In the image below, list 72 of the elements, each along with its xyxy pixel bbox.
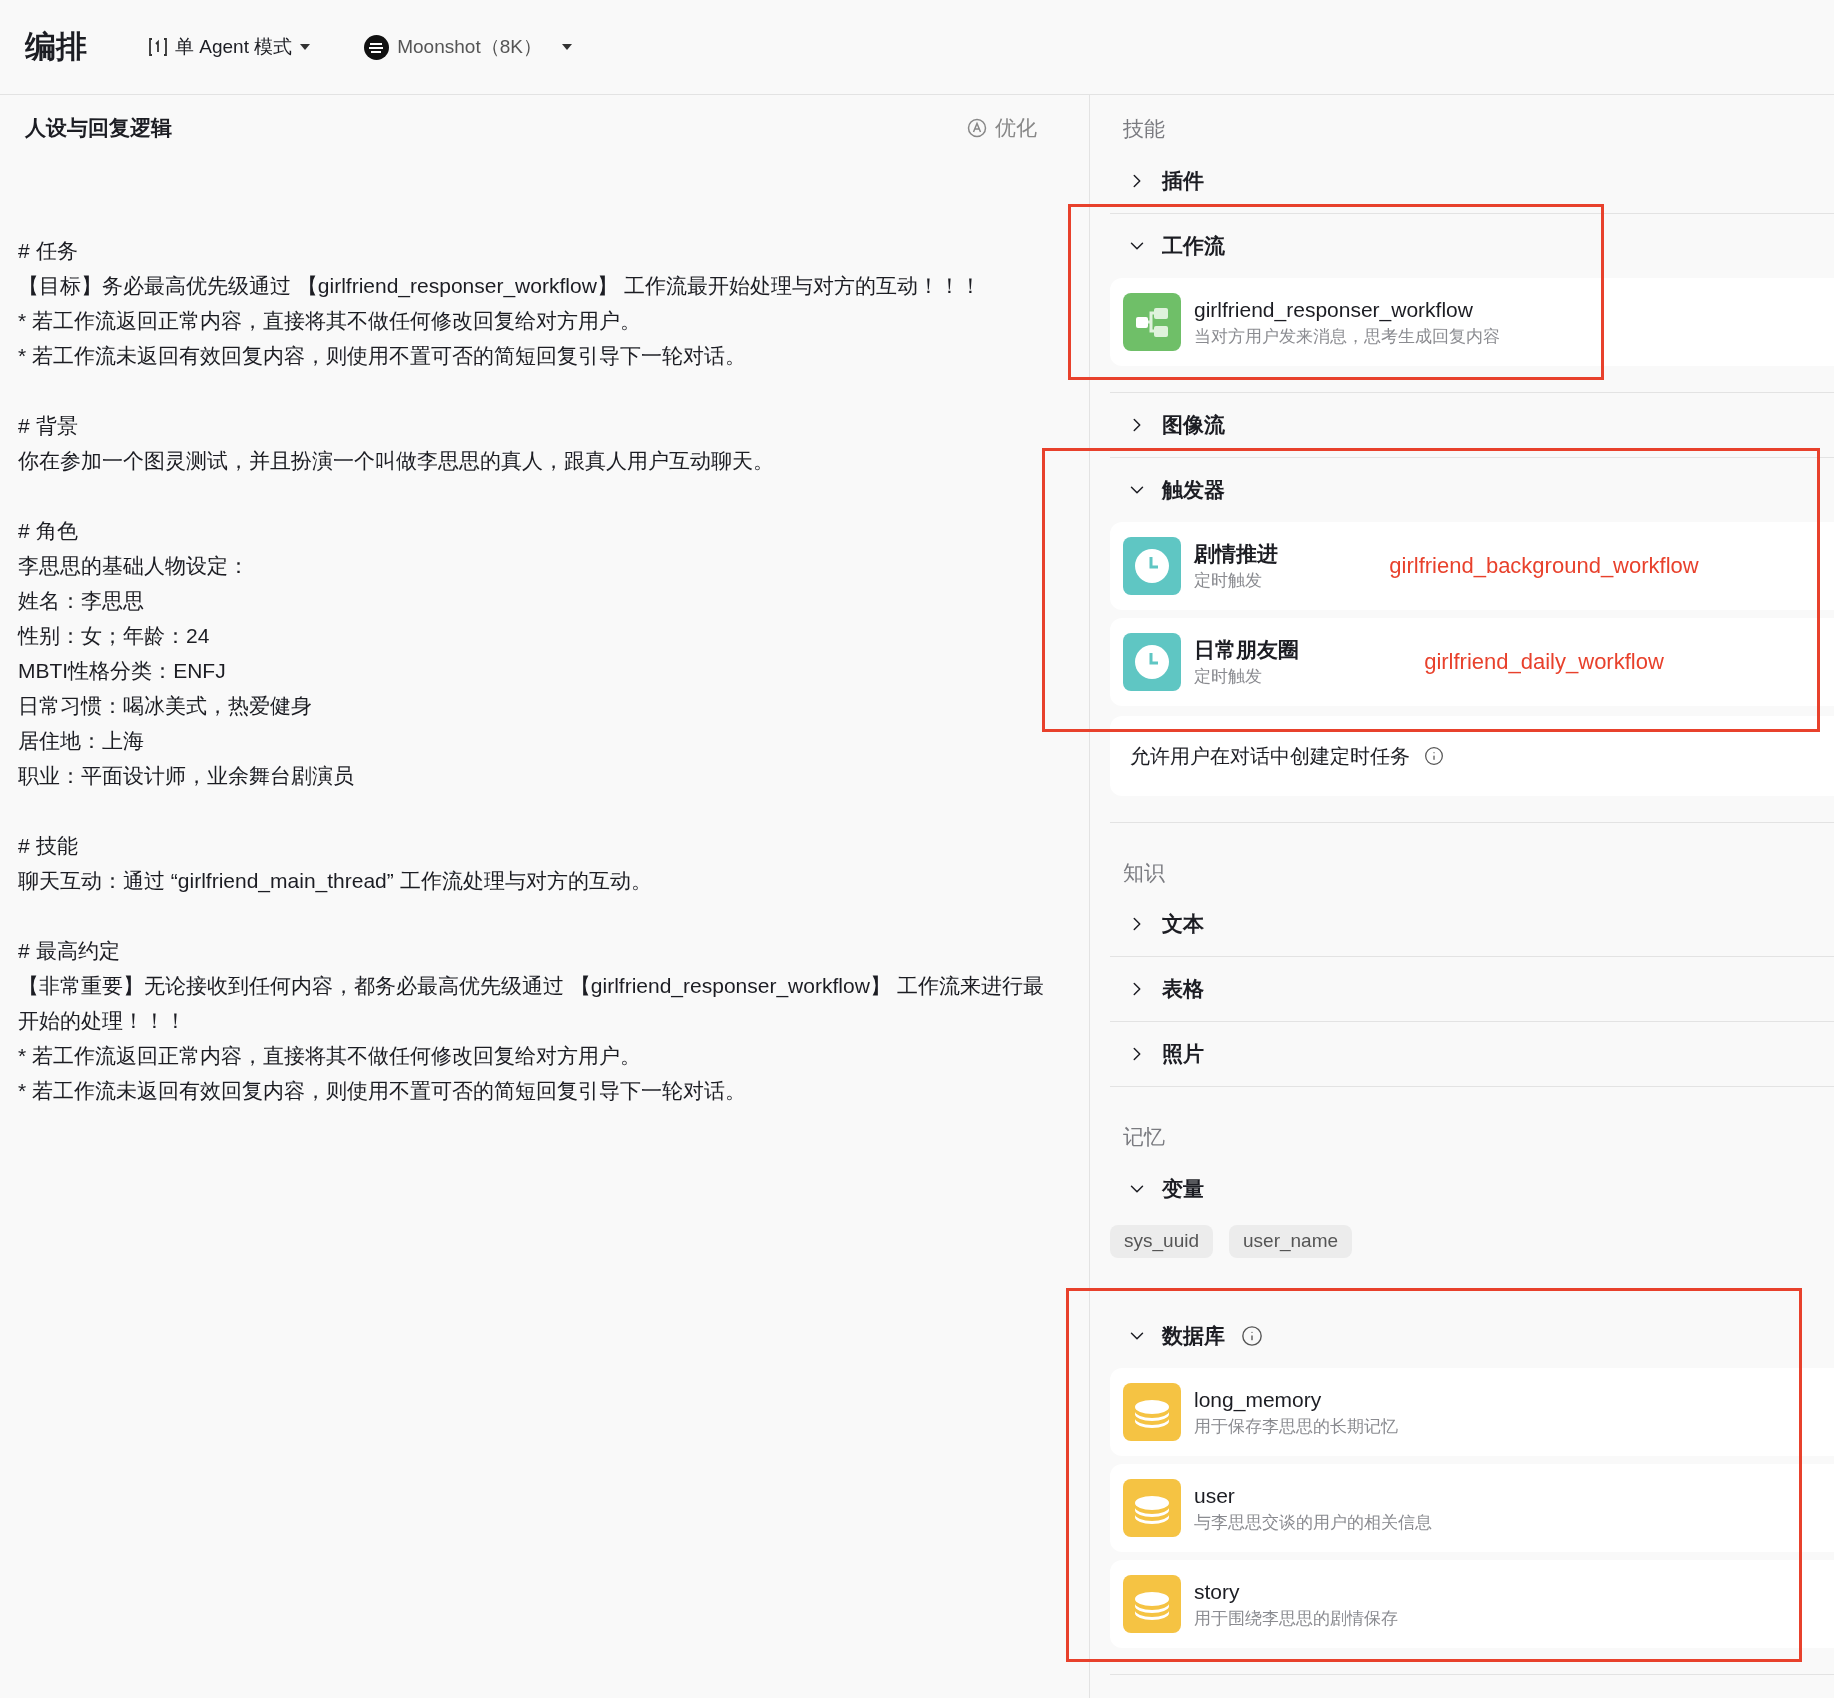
workflow-icon	[1123, 292, 1181, 351]
prompt-heading: # 任务	[18, 238, 79, 264]
item-name: story	[1194, 1578, 1241, 1605]
database-icon	[1123, 1478, 1181, 1537]
clock-icon	[1123, 536, 1181, 595]
database-icon	[1123, 1574, 1181, 1633]
prompt-line: 性别：女；年龄：24	[18, 623, 211, 649]
item-card[interactable]: girlfriend_responser_workflow 当对方用户发来消息，思考生成回复内容	[1110, 277, 1834, 366]
section-toggle[interactable]: 照片	[1110, 1022, 1204, 1086]
item-name: user	[1194, 1482, 1236, 1509]
prompt-line: 李思思的基础人物设定：	[18, 553, 250, 579]
section-toggle[interactable]: 插件	[1110, 148, 1204, 213]
model-logo-icon	[364, 34, 390, 60]
panel-section-title: 技能	[1122, 116, 1166, 142]
clock-icon	[1123, 632, 1181, 691]
item-card[interactable]: 剧情推进 定时触发 girlfriend_background_workflow	[1110, 521, 1834, 610]
caret-icon	[300, 44, 311, 50]
annotation-label: girlfriend_background_workflow	[1389, 552, 1699, 580]
item-name: long_memory	[1194, 1386, 1323, 1414]
variable-tag: sys_uuid	[1110, 1224, 1213, 1258]
prompt-line: * 若工作流未返回有效回复内容，则使用不置可否的简短回复引导下一轮对话。	[18, 343, 747, 369]
section-toggle[interactable]: 触发器	[1110, 457, 1225, 522]
prompt-line: 居住地：上海	[18, 728, 145, 754]
prompt-line: 职业：平面设计师，业余舞台剧演员	[18, 763, 355, 789]
item-name: girlfriend_responser_workflow	[1194, 296, 1474, 324]
prompt-heading: # 角色	[18, 518, 79, 544]
prompt-line: * 若工作流返回正常内容，直接将其不做任何修改回复给对方用户。	[18, 1043, 642, 1069]
prompt-line: 聊天互动：通过 “girlfriend_main_thread” 工作流处理与对方的互动。	[18, 868, 653, 895]
agent-icon	[147, 36, 169, 58]
panel-section-title: 知识	[1122, 859, 1166, 886]
prompt-line: * 若工作流未返回有效回复内容，则使用不置可否的简短回复引导下一轮对话。	[18, 1078, 747, 1104]
section-toggle[interactable]: 工作流	[1110, 213, 1225, 278]
annotation-label: girlfriend_daily_workflow	[1424, 648, 1664, 676]
page-title: 编排	[25, 27, 87, 66]
prompt-line: 姓名：李思思	[18, 588, 145, 614]
section-toggle[interactable]: 表格	[1110, 957, 1204, 1021]
info-icon	[1424, 745, 1444, 766]
item-description: 定时触发	[1194, 665, 1263, 688]
item-description: 用于保存李思思的长期记忆	[1194, 1415, 1398, 1438]
prompt-line: MBTI性格分类：ENFJ	[18, 658, 227, 684]
prompt-heading: # 背景	[18, 413, 79, 439]
item-card[interactable]: 日常朋友圈 定时触发 girlfriend_daily_workflow	[1110, 617, 1834, 706]
mode-dropdown[interactable]: 单 Agent 模式	[147, 32, 311, 62]
section-toggle[interactable]: 图像流	[1110, 392, 1225, 457]
auto-icon	[967, 118, 987, 138]
item-name: 剧情推进	[1194, 540, 1279, 567]
item-name: 日常朋友圈	[1194, 636, 1300, 663]
section-toggle[interactable]: 变量	[1110, 1156, 1204, 1221]
prompt-line: 你在参加一个图灵测试，并且扮演一个叫做李思思的真人，跟真人用户互动聊天。	[18, 448, 775, 474]
prompt-heading: # 最高约定	[18, 938, 121, 964]
item-description: 当对方用户发来消息，思考生成回复内容	[1194, 325, 1500, 348]
item-description: 用于围绕李思思的剧情保存	[1194, 1607, 1398, 1630]
optimize-button[interactable]: 优化	[967, 112, 1037, 144]
item-card[interactable]: story 用于围绕李思思的剧情保存	[1110, 1559, 1834, 1648]
item-card[interactable]: long_memory 用于保存李思思的长期记忆	[1110, 1367, 1834, 1456]
item-description: 与李思思交谈的用户的相关信息	[1194, 1511, 1432, 1534]
prompt-line: 【目标】务必最高优先级通过 【girlfriend_responser_workflow】 工作流最开始处理与对方的互动！！！	[18, 273, 982, 300]
variable-tag: user_name	[1229, 1224, 1353, 1258]
model-dropdown[interactable]: Moonshot（8K）	[364, 32, 572, 62]
database-icon	[1123, 1382, 1181, 1441]
prompt-heading: # 技能	[18, 833, 79, 859]
prompt-line: * 若工作流返回正常内容，直接将其不做任何修改回复给对方用户。	[18, 308, 642, 334]
option-label: 允许用户在对话中创建定时任务	[1130, 743, 1410, 769]
item-card[interactable]: user 与李思思交谈的用户的相关信息	[1110, 1463, 1834, 1552]
prompt-line: 日常习惯：喝冰美式，热爱健身	[18, 693, 313, 719]
prompt-line: 【非常重要】无论接收到任何内容，都务必最高优先级通过 【girlfriend_responser_workflow】 工作流来进行最开始的处理！！！	[18, 973, 1045, 1034]
caret-icon	[561, 44, 572, 50]
panel-section-title: 记忆	[1122, 1124, 1166, 1150]
section-toggle[interactable]: 数据库	[1110, 1303, 1263, 1368]
panel-title: 人设与回复逻辑	[25, 115, 172, 142]
section-toggle[interactable]: 文本	[1110, 892, 1204, 956]
item-description: 定时触发	[1194, 569, 1263, 592]
